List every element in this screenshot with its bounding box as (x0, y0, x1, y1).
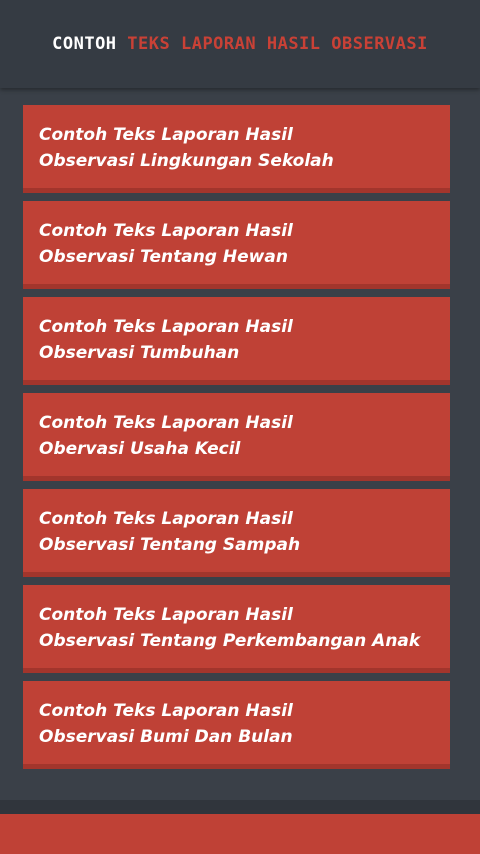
article-list: Contoh Teks Laporan Hasil Observasi Ling… (23, 105, 450, 777)
list-item-label: Contoh Teks Laporan Hasil Obervasi Usaha… (39, 410, 434, 462)
list-item-line2: Observasi Bumi Dan Bulan (39, 727, 293, 747)
list-item-perkembangan-anak[interactable]: Contoh Teks Laporan Hasil Observasi Tent… (23, 585, 450, 673)
list-item-line2: Observasi Tentang Hewan (39, 247, 288, 267)
list-item-line1: Contoh Teks Laporan Hasil (39, 701, 293, 721)
list-item-bumi-dan-bulan[interactable]: Contoh Teks Laporan Hasil Observasi Bumi… (23, 681, 450, 769)
list-item-line1: Contoh Teks Laporan Hasil (39, 317, 293, 337)
footer-divider (0, 800, 480, 814)
list-item-usaha-kecil[interactable]: Contoh Teks Laporan Hasil Obervasi Usaha… (23, 393, 450, 481)
app-title: CONTOH TEKS LAPORAN HASIL OBSERVASI (52, 34, 428, 54)
list-item-line1: Contoh Teks Laporan Hasil (39, 509, 293, 529)
list-item-lingkungan-sekolah[interactable]: Contoh Teks Laporan Hasil Observasi Ling… (23, 105, 450, 193)
list-item-sampah[interactable]: Contoh Teks Laporan Hasil Observasi Tent… (23, 489, 450, 577)
list-item-line1: Contoh Teks Laporan Hasil (39, 605, 293, 625)
list-item-label: Contoh Teks Laporan Hasil Observasi Tent… (39, 506, 434, 558)
list-item-line2: Observasi Tentang Sampah (39, 535, 301, 555)
list-item-label: Contoh Teks Laporan Hasil Observasi Bumi… (39, 698, 434, 750)
app-title-part1: CONTOH (52, 34, 117, 54)
list-item-line1: Contoh Teks Laporan Hasil (39, 413, 293, 433)
list-item-line2: Observasi Tentang Perkembangan Anak (39, 631, 421, 651)
list-item-line2: Obervasi Usaha Kecil (39, 439, 241, 459)
list-item-line2: Observasi Tumbuhan (39, 343, 240, 363)
list-item-line1: Contoh Teks Laporan Hasil (39, 221, 293, 241)
list-item-line1: Contoh Teks Laporan Hasil (39, 125, 293, 145)
list-item-label: Contoh Teks Laporan Hasil Observasi Tent… (39, 218, 434, 270)
list-item-hewan[interactable]: Contoh Teks Laporan Hasil Observasi Tent… (23, 201, 450, 289)
app-header: CONTOH TEKS LAPORAN HASIL OBSERVASI (0, 0, 480, 88)
list-item-line2: Observasi Lingkungan Sekolah (39, 151, 334, 171)
list-item-label: Contoh Teks Laporan Hasil Observasi Ling… (39, 122, 434, 174)
footer-banner (0, 814, 480, 854)
list-item-label: Contoh Teks Laporan Hasil Observasi Tent… (39, 602, 434, 654)
list-item-label: Contoh Teks Laporan Hasil Observasi Tumb… (39, 314, 434, 366)
app-title-part2: TEKS LAPORAN HASIL OBSERVASI (127, 34, 428, 54)
list-item-tumbuhan[interactable]: Contoh Teks Laporan Hasil Observasi Tumb… (23, 297, 450, 385)
